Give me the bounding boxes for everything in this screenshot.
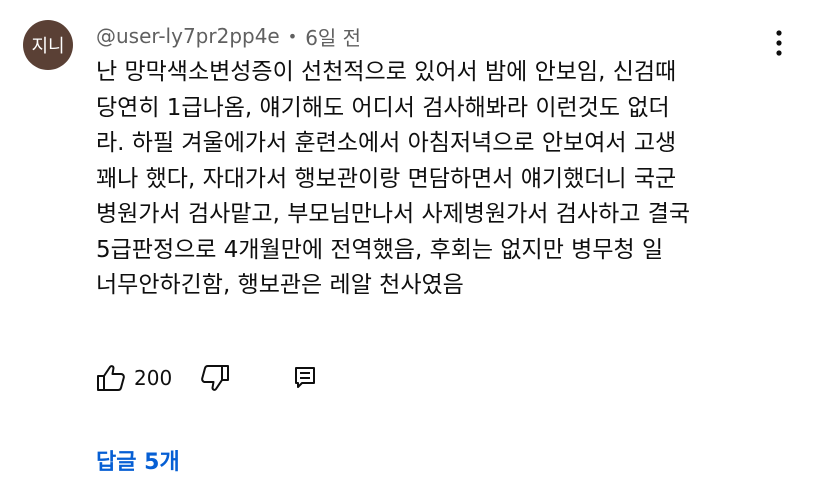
avatar-text: 지니: [31, 36, 65, 57]
comment-text: 난 망막색소변성증이 선천적으로 있어서 밤에 안보임, 신검때 당연히 1급나…: [96, 59, 691, 298]
comment-thread: 지니 @user-ly7pr2pp4e • 6일 전 난 망막색소변성증이 선천…: [0, 0, 828, 502]
more-vertical-icon: [776, 30, 782, 56]
avatar[interactable]: 지니: [23, 20, 73, 70]
more-options-button[interactable]: [764, 28, 794, 58]
comment-icon: [295, 367, 316, 388]
like-count: 200: [134, 366, 173, 390]
view-replies-button[interactable]: 답글 5개: [96, 444, 180, 476]
comment-timestamp[interactable]: 6일 전: [305, 22, 361, 51]
reply-button[interactable]: [294, 366, 316, 390]
like-button[interactable]: [96, 364, 126, 392]
comment-actions: 200: [96, 362, 316, 394]
dislike-button[interactable]: [200, 364, 230, 392]
thumbs-up-icon: [97, 365, 125, 391]
author-handle[interactable]: @user-ly7pr2pp4e: [96, 24, 280, 48]
comment-header: @user-ly7pr2pp4e • 6일 전: [96, 21, 361, 51]
thumbs-down-icon: [201, 365, 230, 391]
meta-separator: •: [287, 26, 298, 46]
